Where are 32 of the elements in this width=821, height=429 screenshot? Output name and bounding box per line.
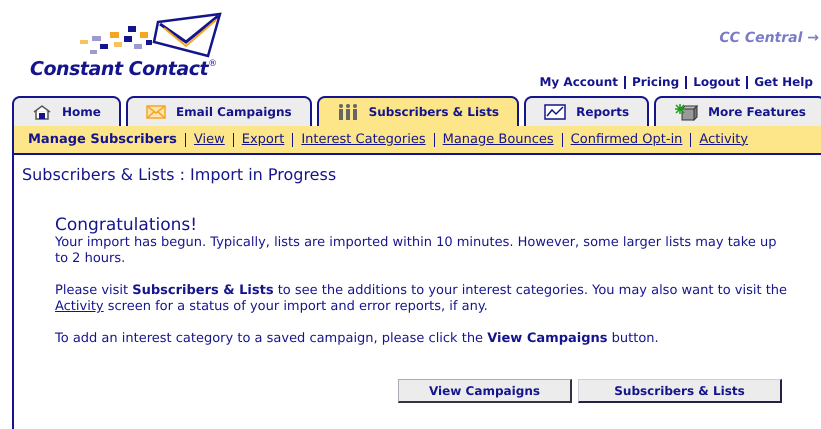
activity-link[interactable]: Activity (55, 299, 104, 314)
registered-mark: ® (208, 60, 218, 69)
box-sparkle-icon (674, 103, 698, 121)
nav-tab[interactable]: Subscribers & Lists (316, 96, 520, 126)
people-icon (336, 103, 359, 121)
top-link[interactable]: Get Help (754, 73, 813, 91)
nav-tab[interactable]: Home (12, 96, 121, 126)
top-link[interactable]: Pricing (632, 73, 680, 91)
envelope-icon (146, 104, 166, 120)
subnav-link[interactable]: Confirmed Opt-in (570, 130, 682, 150)
message-paragraph: Please visit Subscribers & Lists to see the additions to your interest categories. You may also want to visit the Activity screen for a status of your import and error reports, if any. (55, 283, 788, 315)
message-paragraph: Your import has begun. Typically, lists are imported within 10 minutes. However, some larger lists may take up to 2 hours. (55, 235, 778, 267)
subnav-link[interactable]: Export (242, 130, 284, 150)
action-button[interactable]: Subscribers & Lists (578, 379, 782, 403)
action-button[interactable]: View Campaigns (398, 379, 572, 403)
subnav-link[interactable]: View (194, 130, 225, 150)
top-link[interactable]: Logout (693, 73, 740, 91)
message-heading: Congratulations! (55, 215, 198, 235)
logo-wordmark: Constant Contact (30, 60, 208, 79)
top-link[interactable]: My Account (539, 73, 618, 91)
subnav-link[interactable]: Activity (699, 130, 748, 150)
nav-tab[interactable]: Reports (524, 96, 650, 126)
house-icon (32, 104, 52, 120)
subnav-title: Manage Subscribers (28, 130, 177, 149)
chart-icon (544, 104, 566, 120)
page-title: Subscribers & Lists : Import in Progress (22, 164, 338, 186)
nav-tab[interactable]: Email Campaigns (126, 96, 312, 126)
nav-tab[interactable]: More Features (654, 96, 821, 126)
subnav-link[interactable]: Interest Categories (301, 130, 426, 150)
cc-central-link[interactable]: CC Central → (719, 28, 821, 49)
subnav-link[interactable]: Manage Bounces (442, 130, 554, 150)
message-paragraph: To add an interest category to a saved campaign, please click the View Campaigns button. (55, 331, 660, 347)
